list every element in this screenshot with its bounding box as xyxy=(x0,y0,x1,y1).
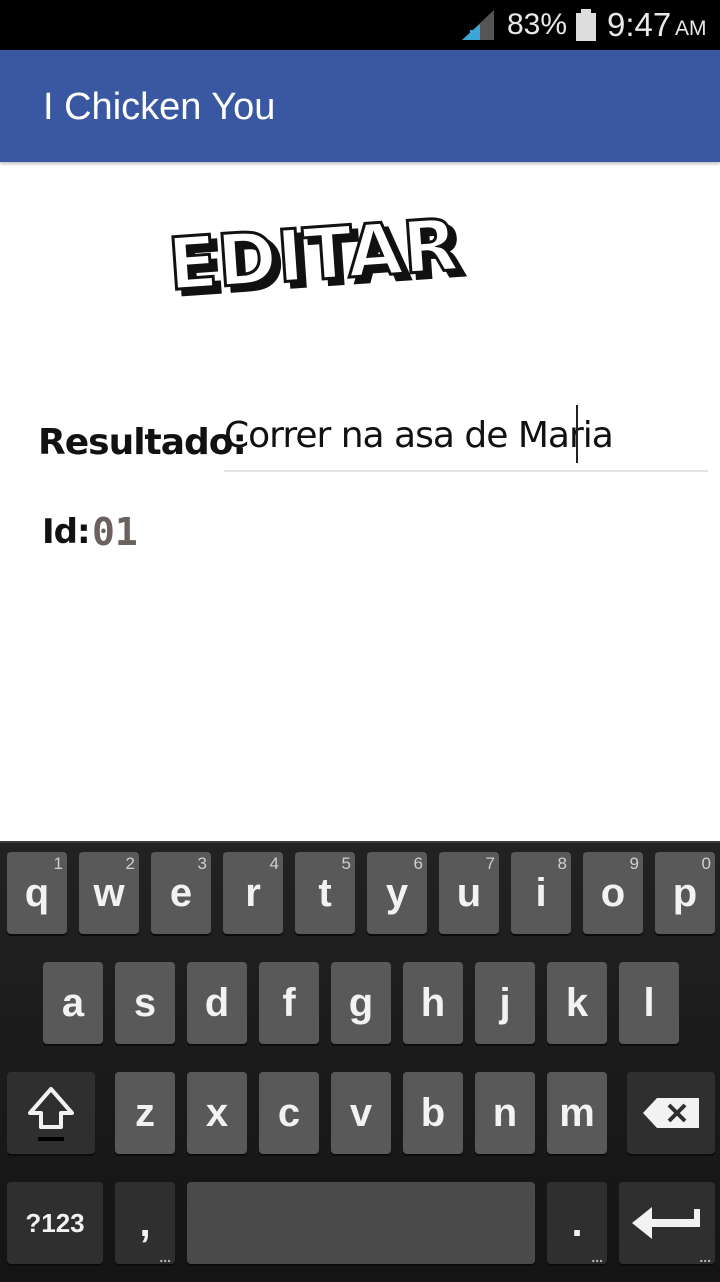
key-d[interactable]: d xyxy=(187,962,247,1044)
text-cursor xyxy=(576,405,578,463)
key-p[interactable]: p0 xyxy=(655,852,715,934)
id-value: 01 xyxy=(92,510,138,554)
key-k[interactable]: k xyxy=(547,962,607,1044)
key-label: . xyxy=(571,1200,583,1245)
key-u[interactable]: u7 xyxy=(439,852,499,934)
key-n[interactable]: n xyxy=(475,1072,535,1154)
key-hint: 3 xyxy=(197,854,207,873)
key-hint: 7 xyxy=(485,854,495,873)
key-hint: 1 xyxy=(53,854,63,873)
key-hint: 8 xyxy=(557,854,567,873)
key-label: w xyxy=(93,870,125,915)
key-w[interactable]: w2 xyxy=(79,852,139,934)
app-title: I Chicken You xyxy=(43,86,276,128)
key-label: e xyxy=(169,870,193,915)
shift-icon xyxy=(28,1087,74,1141)
more-dots: ... xyxy=(591,1249,603,1265)
signal-icon xyxy=(462,10,494,40)
key-c[interactable]: c xyxy=(259,1072,319,1154)
key-s[interactable]: s xyxy=(115,962,175,1044)
key-t[interactable]: t5 xyxy=(295,852,355,934)
key-m[interactable]: m xyxy=(547,1072,607,1154)
more-dots: ... xyxy=(159,1249,171,1265)
status-bar: 83% 9:47 AM xyxy=(0,0,720,50)
key-label: q xyxy=(24,870,50,915)
key-l[interactable]: l xyxy=(619,962,679,1044)
key-r[interactable]: r4 xyxy=(223,852,283,934)
resultado-input[interactable] xyxy=(224,404,708,472)
key-hint: 4 xyxy=(269,854,279,873)
key-f[interactable]: f xyxy=(259,962,319,1044)
key-a[interactable]: a xyxy=(43,962,103,1044)
key-q[interactable]: q1 xyxy=(7,852,67,934)
key-hint: 9 xyxy=(629,854,639,873)
key-hint: 0 xyxy=(701,854,711,873)
key-hint: 5 xyxy=(341,854,351,873)
key-x[interactable]: x xyxy=(187,1072,247,1154)
battery-icon xyxy=(576,9,596,41)
key-label: t xyxy=(318,870,332,915)
enter-key[interactable]: ... xyxy=(619,1182,715,1264)
enter-icon xyxy=(632,1207,700,1239)
key-label: r xyxy=(245,870,261,915)
key-b[interactable]: b xyxy=(403,1072,463,1154)
key-label: p xyxy=(672,870,698,915)
key-o[interactable]: o9 xyxy=(583,852,643,934)
key-g[interactable]: g xyxy=(331,962,391,1044)
key-label: y xyxy=(385,870,409,915)
key-h[interactable]: h xyxy=(403,962,463,1044)
key-v[interactable]: v xyxy=(331,1072,391,1154)
key-z[interactable]: z xyxy=(115,1072,175,1154)
app-bar: I Chicken You xyxy=(0,50,720,162)
key-hint: 2 xyxy=(125,854,135,873)
key-label: i xyxy=(535,870,547,915)
space-bar[interactable] xyxy=(187,1182,535,1264)
editar-heading: EDITAR EDITAR xyxy=(164,205,469,305)
resultado-label: Resultado: xyxy=(38,422,247,463)
key-label: u xyxy=(456,870,482,915)
soft-keyboard: q1 w2 e3 r4 t5 y6 u7 i8 o9 p0 a s d f g … xyxy=(0,841,720,1282)
key-y[interactable]: y6 xyxy=(367,852,427,934)
period-key[interactable]: .... xyxy=(547,1182,607,1264)
battery-percent: 83% xyxy=(507,8,568,41)
clock-time: 9:47 xyxy=(607,6,672,43)
key-label: o xyxy=(600,870,626,915)
symbols-key[interactable]: ?123 xyxy=(7,1182,103,1264)
key-e[interactable]: e3 xyxy=(151,852,211,934)
shift-key[interactable] xyxy=(7,1072,95,1154)
backspace-key[interactable] xyxy=(627,1072,715,1154)
more-dots: ... xyxy=(699,1249,711,1265)
clock-ampm: AM xyxy=(675,17,707,40)
key-hint: 6 xyxy=(413,854,423,873)
key-label: , xyxy=(139,1200,151,1245)
comma-key[interactable]: ,... xyxy=(115,1182,175,1264)
backspace-icon xyxy=(643,1098,699,1128)
key-j[interactable]: j xyxy=(475,962,535,1044)
key-i[interactable]: i8 xyxy=(511,852,571,934)
id-label: Id: xyxy=(42,512,91,552)
